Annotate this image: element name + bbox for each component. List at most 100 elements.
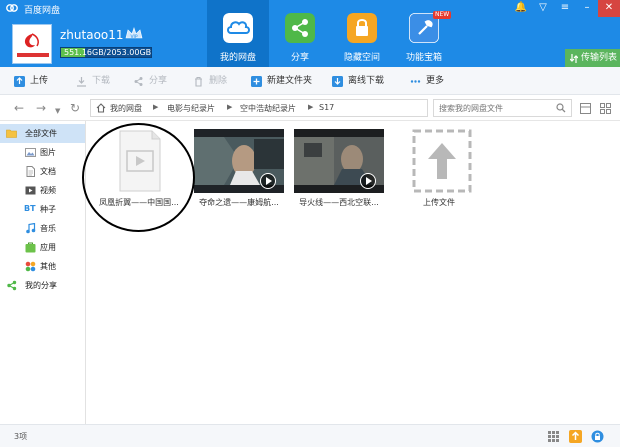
other-icon <box>25 261 36 272</box>
share-button[interactable]: 分享 <box>133 74 173 88</box>
upload-file-label: 上传文件 <box>423 198 455 207</box>
sidebar-item-other[interactable]: 其他 <box>0 257 85 276</box>
chevron-right-icon: ▶ <box>227 103 233 111</box>
upload-button[interactable]: 上传 <box>14 74 54 88</box>
bell-icon[interactable]: 🔔 <box>510 0 532 17</box>
shirt-icon[interactable]: ▽ <box>532 0 554 17</box>
sidebar-item-torrents[interactable]: BT 种子 <box>0 200 85 219</box>
sidebar-item-all-files[interactable]: 全部文件 <box>0 124 85 143</box>
avatar-caption <box>17 53 49 57</box>
transfer-icon <box>570 54 578 63</box>
tab-hidden-space[interactable]: 隐藏空间 <box>331 0 393 67</box>
file-item[interactable]: 夺命之遗——康姆航... <box>194 129 284 219</box>
sidebar-item-label: 视频 <box>40 186 56 195</box>
tab-label: 隐藏空间 <box>343 53 380 63</box>
more-button[interactable]: 更多 <box>410 74 455 88</box>
play-icon[interactable] <box>360 173 376 189</box>
tab-label: 功能宝箱 <box>405 53 442 63</box>
upload-arrow-icon <box>412 129 472 193</box>
status-bar: 3项 <box>0 424 620 447</box>
sidebar-item-documents[interactable]: 文档 <box>0 162 85 181</box>
more-label: 更多 <box>426 76 445 86</box>
file-name: 夺命之遗——康姆航... <box>199 198 279 207</box>
vip-crown-icon[interactable]: VIP <box>124 27 144 41</box>
sidebar-item-my-share[interactable]: 我的分享 <box>0 276 85 295</box>
file-name: 导火线——西北空联... <box>299 198 379 207</box>
delete-button[interactable]: 删除 <box>193 74 233 88</box>
bt-icon: BT <box>24 204 36 213</box>
sidebar-item-label: 音乐 <box>40 224 56 233</box>
forward-icon[interactable]: → <box>36 101 46 115</box>
file-item[interactable]: 导火线——西北空联... <box>294 129 384 219</box>
tab-toolbox[interactable]: NEW 功能宝箱 <box>393 0 455 67</box>
file-item[interactable]: 凤凰折翼——中国国... <box>94 129 184 219</box>
avatar[interactable] <box>12 24 52 64</box>
breadcrumb-item[interactable]: 我的网盘 <box>110 103 142 114</box>
new-folder-icon <box>251 76 262 87</box>
search-input[interactable] <box>434 100 554 116</box>
share-label: 分享 <box>149 76 168 86</box>
sidebar: 全部文件 图片 文档 视频 BT 种子 音乐 应用 其他 我的分享 <box>0 121 86 424</box>
music-icon <box>26 223 36 234</box>
list-view-icon[interactable] <box>580 103 591 114</box>
download-label: 下载 <box>92 76 111 86</box>
search-box <box>433 99 572 117</box>
quota-text: 551.16GB/2053.00GB <box>64 48 152 57</box>
tab-share[interactable]: 分享 <box>269 0 331 67</box>
sidebar-item-apps[interactable]: 应用 <box>0 238 85 257</box>
minimize-icon[interactable]: – <box>576 0 598 17</box>
offline-download-icon <box>332 76 343 87</box>
menu-icon[interactable]: ≡ <box>554 0 576 17</box>
avatar-logo-icon <box>24 33 39 48</box>
share-icon <box>7 280 17 291</box>
upload-icon <box>14 76 25 87</box>
username[interactable]: zhutaoo11 <box>60 28 124 42</box>
tab-label: 分享 <box>290 53 309 63</box>
chevron-right-icon: ▶ <box>153 103 159 111</box>
offline-download-button[interactable]: 离线下载 <box>332 74 392 88</box>
app-logo-icon <box>6 4 18 12</box>
chevron-down-icon[interactable]: ▼ <box>55 104 60 118</box>
delete-label: 删除 <box>209 76 228 86</box>
close-icon[interactable]: ✕ <box>598 0 620 17</box>
offline-download-label: 离线下载 <box>348 76 385 86</box>
sidebar-item-label: 我的分享 <box>25 281 57 290</box>
upload-status-icon[interactable] <box>569 430 582 443</box>
sidebar-item-label: 文档 <box>40 167 56 176</box>
item-count: 3项 <box>14 432 28 441</box>
video-file-icon <box>119 130 161 192</box>
sidebar-item-images[interactable]: 图片 <box>0 143 85 162</box>
tab-my-disk[interactable]: 我的网盘 <box>207 0 269 67</box>
breadcrumb-item[interactable]: 电影与纪录片 <box>167 103 215 114</box>
grid-icon[interactable] <box>547 430 560 443</box>
sidebar-item-videos[interactable]: 视频 <box>0 181 85 200</box>
home-icon[interactable] <box>96 103 106 113</box>
grid-view-icon[interactable] <box>600 103 611 114</box>
sidebar-item-label: 其他 <box>40 262 56 271</box>
download-button[interactable]: 下载 <box>76 74 116 88</box>
upload-label: 上传 <box>30 76 49 86</box>
toolbar: 上传 下载 分享 删除 新建文件夹 离线下载 ▼ 更多 ▼ <box>0 67 620 149</box>
sidebar-item-music[interactable]: 音乐 <box>0 219 85 238</box>
new-folder-label: 新建文件夹 <box>267 76 313 86</box>
transfer-list-button[interactable]: 传输列表 <box>565 49 620 67</box>
breadcrumb: 我的网盘 ▶ 电影与纪录片 ▶ 空中浩劫纪录片 ▶ S17 <box>90 99 428 117</box>
share-icon <box>134 77 143 86</box>
upload-file-tile[interactable]: 上传文件 <box>394 129 484 219</box>
svg-text:VIP: VIP <box>130 34 137 40</box>
search-icon[interactable] <box>556 103 566 113</box>
transfer-list-label: 传输列表 <box>581 53 618 63</box>
refresh-icon[interactable]: ↻ <box>70 101 80 115</box>
sidebar-item-label: 全部文件 <box>25 129 57 138</box>
new-folder-button[interactable]: 新建文件夹 <box>251 74 321 88</box>
sidebar-item-label: 应用 <box>40 243 56 252</box>
breadcrumb-item[interactable]: S17 <box>319 103 334 112</box>
lock-status-icon[interactable] <box>591 430 604 443</box>
tab-label: 我的网盘 <box>219 53 256 63</box>
folder-icon <box>6 129 17 138</box>
play-icon[interactable] <box>260 173 276 189</box>
app-title: 百度网盘 <box>24 6 61 16</box>
breadcrumb-item[interactable]: 空中浩劫纪录片 <box>240 103 296 114</box>
back-icon[interactable]: ← <box>14 101 24 115</box>
download-icon <box>77 77 86 87</box>
